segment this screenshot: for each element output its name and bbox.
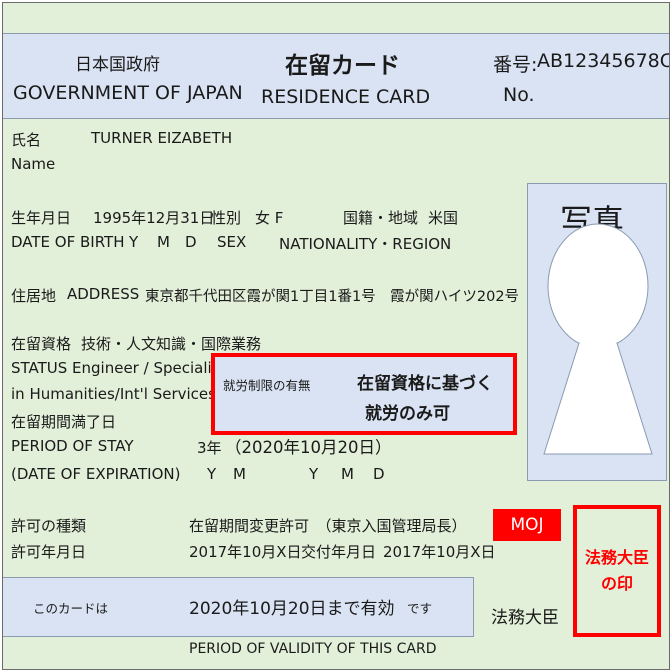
address-label-en: ADDRESS [67,285,140,303]
validity-en: PERIOD OF VALIDITY OF THIS CARD [189,641,437,657]
seal-line1: 法務大臣 [584,548,649,567]
sex-value: 女 F [255,209,284,227]
address-label-jp: 住居地 [11,287,57,305]
validity-value: 2020年10月20日まで有効 [189,599,395,619]
expiry-label-jp: 在留期間満了日 [11,413,117,431]
address-value: 東京都千代田区霞が関1丁目1番1号 霞が関ハイツ202号 [145,289,520,305]
moj-badge: MOJ [493,509,561,541]
birth-y: Y [129,233,139,251]
name-label-jp: 氏名 [11,131,42,149]
validity-prefix: このカードは [33,601,109,616]
birth-date: 1995年12月31日 [93,209,215,227]
card-title-jp: 在留カード [285,53,400,79]
name-value: TURNER EIZABETH [91,129,233,147]
minister-seal: 法務大臣 の印 [573,505,661,637]
expiration-label-en: (DATE OF EXPIRATION) [11,465,181,483]
issue-date-label: 交付年月日 [301,543,377,561]
birth-label-en: DATE OF BIRTH [11,233,125,251]
birth-m: M [157,233,170,251]
gov-jp: 日本国政府 [75,55,160,75]
name-label-en: Name [11,155,56,173]
seal-line2: の印 [600,574,633,593]
status-value-jp: 技術・人文知識・国際業務 [81,335,262,353]
birth-d: D [185,233,197,251]
work-restriction-box: 就労制限の有無 在留資格に基づく 就労のみ可 [211,353,517,435]
sex-label-en: SEX [217,233,247,251]
nationality-label-jp: 国籍・地域 [343,209,419,227]
expiration-y2: Y [309,465,319,483]
card-header: 日本国政府 GOVERNMENT OF JAPAN 在留カード RESIDENC… [3,33,669,119]
silhouette-icon [543,223,653,455]
validity-suffix: です [407,601,433,616]
birth-label-jp: 生年月日 [11,209,72,227]
period-date: （2020年10月20日） [225,438,392,457]
residence-card: 日本国政府 GOVERNMENT OF JAPAN 在留カード RESIDENC… [2,2,670,670]
expiration-m1: M [233,465,246,483]
permit-type-value: 在留期間変更許可 （東京入国管理局長） [189,517,467,535]
permit-date-value: 2017年10月X日 [189,543,302,561]
expiration-d2: D [373,465,385,483]
nationality-label-en: NATIONALITY・REGION [279,235,452,253]
status-label-jp: 在留資格 [11,335,72,353]
validity-box: このカードは 2020年10月20日まで有効 です [3,577,474,637]
permit-date-label: 許可年月日 [11,543,87,561]
expiration-m2: M [341,465,354,483]
issue-date-value: 2017年10月X日 [383,543,496,561]
gov-en: GOVERNMENT OF JAPAN [13,82,243,104]
minister-label: 法務大臣 [491,608,559,628]
card-number-label: 番号: [493,54,538,76]
work-restriction-line2: 就労のみ可 [365,404,450,424]
photo-box: 写真 [527,183,667,481]
sex-label-jp: 性別 [211,209,242,227]
status-en-line2: in Humanities/Int'l Services [11,385,216,403]
card-number-en: No. [503,84,535,106]
period-label-en: PERIOD OF STAY [11,437,134,455]
period-years: 3年 [197,439,222,457]
work-restriction-label: 就労制限の有無 [223,378,311,393]
card-title-en: RESIDENCE CARD [261,86,431,108]
card-number: AB12345678CD [537,50,669,72]
status-en-line1: STATUS Engineer / Specialist [11,359,226,377]
permit-type-label: 許可の種類 [11,517,87,535]
work-restriction-line1: 在留資格に基づく [357,374,493,394]
nationality-value: 米国 [428,209,459,227]
expiration-y1: Y [207,465,217,483]
